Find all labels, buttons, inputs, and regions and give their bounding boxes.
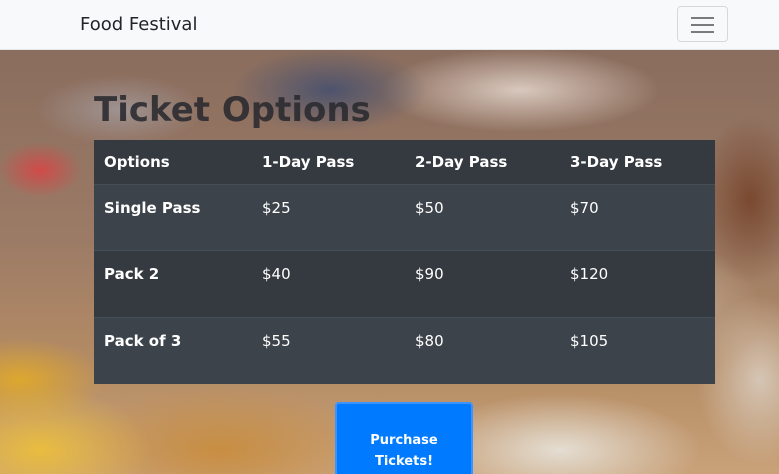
page-title: Ticket Options [94,90,371,130]
hamburger-menu-icon-bar [691,31,714,33]
table-row: Single Pass $25 $50 $70 [94,183,715,251]
price-cell: $70 [560,183,715,251]
table-header-row: Options 1-Day Pass 2-Day Pass 3-Day Pass [94,140,715,185]
navbar-brand[interactable]: Food Festival [80,14,197,35]
price-cell: $105 [560,316,715,384]
column-header-2-day-pass: 2-Day Pass [405,140,560,185]
price-cell: $25 [252,183,405,251]
purchase-tickets-button[interactable]: Purchase Tickets! [335,402,473,474]
price-cell: $55 [252,316,405,384]
navbar: Food Festival [0,0,779,50]
hamburger-menu-icon-bar [691,24,714,26]
table-row: Pack 2 $40 $90 $120 [94,250,715,318]
column-header-1-day-pass: 1-Day Pass [252,140,405,185]
row-label: Pack 2 [94,250,252,318]
price-cell: $90 [405,250,560,318]
column-header-3-day-pass: 3-Day Pass [560,140,715,185]
price-cell: $50 [405,183,560,251]
row-label: Single Pass [94,183,252,251]
hamburger-menu-icon [691,17,714,19]
table-row: Pack of 3 $55 $80 $105 [94,316,715,384]
price-cell: $80 [405,316,560,384]
purchase-tickets-label: Purchase Tickets! [370,433,438,469]
ticket-options-table: Options 1-Day Pass 2-Day Pass 3-Day Pass… [94,140,715,384]
menu-toggle-button[interactable] [677,6,728,42]
row-label: Pack of 3 [94,316,252,384]
price-cell: $40 [252,250,405,318]
column-header-options: Options [94,140,252,185]
price-cell: $120 [560,250,715,318]
